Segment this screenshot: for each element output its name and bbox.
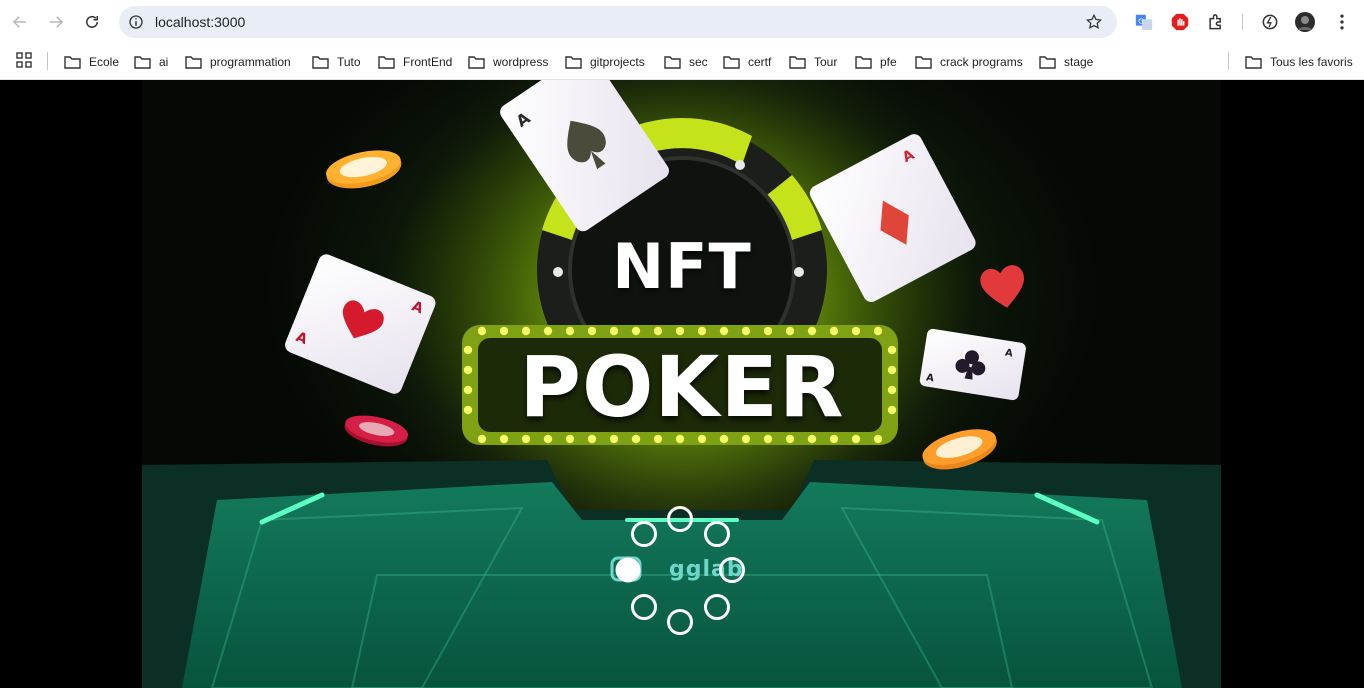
spinner-dot: [704, 594, 730, 620]
performance-icon[interactable]: [1259, 11, 1281, 33]
loading-spinner: [615, 506, 745, 635]
apps-grid-icon[interactable]: [16, 52, 32, 68]
bookmark-folder-gitprojects[interactable]: gitprojects: [565, 50, 645, 74]
bookmark-folder-tuto[interactable]: Tuto: [312, 50, 361, 74]
spinner-dot-active: [615, 557, 641, 583]
svg-text:G: G: [1138, 16, 1144, 25]
bookmark-folder-crack-programs[interactable]: crack programs: [915, 50, 1023, 74]
spinner-dot: [631, 594, 657, 620]
forward-icon: [50, 16, 64, 28]
bookmark-folder-wordpress[interactable]: wordpress: [468, 50, 548, 74]
spinner-dot: [719, 557, 745, 583]
folder-icon: [1245, 56, 1262, 69]
spinner-dot: [667, 506, 693, 532]
bookmark-folder-ecole[interactable]: Ecole: [64, 50, 119, 74]
bookmark-folder-tour[interactable]: Tour: [789, 50, 837, 74]
address-url[interactable]: localhost:3000: [155, 14, 245, 30]
bookmark-folder-certf[interactable]: certf: [723, 50, 771, 74]
menu-icon[interactable]: [1331, 11, 1353, 33]
adblock-icon[interactable]: [1169, 11, 1191, 33]
all-bookmarks-folder[interactable]: Tous les favoris: [1245, 50, 1353, 74]
folder-icon: [855, 56, 872, 69]
folder-icon: [185, 56, 202, 69]
forward-button[interactable]: [42, 8, 70, 36]
profile-avatar[interactable]: [1294, 11, 1316, 33]
folder-icon: [915, 56, 932, 69]
folder-icon: [565, 56, 582, 69]
bookmark-folder-sec[interactable]: sec: [664, 50, 708, 74]
folder-icon: [723, 56, 740, 69]
bookmark-star-icon[interactable]: [1085, 13, 1103, 31]
folder-icon: [789, 56, 806, 69]
browser-toolbar: localhost:3000 G: [0, 0, 1364, 44]
address-bar[interactable]: localhost:3000: [119, 6, 1117, 38]
extensions-icon[interactable]: [1205, 11, 1227, 33]
back-button[interactable]: [6, 8, 34, 36]
spinner-dot: [704, 521, 730, 547]
bookmark-folder-programmation[interactable]: programmation: [185, 50, 291, 74]
back-icon: [12, 16, 26, 28]
spinner-dot: [631, 521, 657, 547]
bookmarks-divider: [1228, 52, 1229, 70]
folder-icon: [312, 56, 329, 69]
page-viewport: A A A A A A NFT POKER gglab: [0, 80, 1364, 688]
folder-icon: [1039, 56, 1056, 69]
google-translate-icon[interactable]: G: [1133, 11, 1155, 33]
folder-icon: [664, 56, 681, 69]
bookmark-folder-ai[interactable]: ai: [134, 50, 168, 74]
folder-icon: [378, 56, 395, 69]
reload-icon: [86, 15, 98, 28]
site-info-icon[interactable]: [127, 13, 145, 31]
toolbar-divider: [1242, 14, 1243, 30]
folder-icon: [64, 56, 81, 69]
reload-button[interactable]: [78, 8, 106, 36]
folder-icon: [134, 56, 151, 69]
bookmark-folder-frontend[interactable]: FrontEnd: [378, 50, 452, 74]
bookmarks-bar: Ecole ai programmation Tuto FrontEnd wor…: [0, 44, 1364, 80]
bookmark-folder-pfe[interactable]: pfe: [855, 50, 897, 74]
spinner-dot: [667, 609, 693, 635]
bookmarks-divider: [47, 52, 48, 70]
bookmark-folder-stage[interactable]: stage: [1039, 50, 1093, 74]
folder-icon: [468, 56, 485, 69]
